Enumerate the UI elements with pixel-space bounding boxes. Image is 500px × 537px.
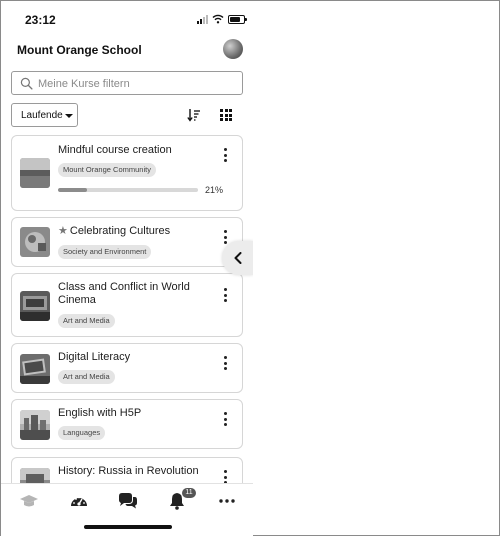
course-image bbox=[20, 291, 50, 321]
more-options-icon[interactable] bbox=[222, 288, 228, 302]
ellipsis-icon[interactable] bbox=[217, 492, 237, 510]
more-options-icon[interactable] bbox=[222, 356, 228, 370]
course-progress-label: 21% bbox=[205, 185, 224, 195]
screenshot-frame: 23:12 Mount Orange School Meine Kurse fi… bbox=[0, 0, 500, 537]
course-category: Languages bbox=[58, 426, 106, 440]
chevron-left-icon bbox=[234, 252, 242, 264]
graduation-cap-icon[interactable] bbox=[19, 492, 39, 510]
course-progress-bar bbox=[58, 188, 198, 192]
more-options-icon[interactable] bbox=[222, 148, 228, 162]
star-icon: ★ bbox=[58, 225, 68, 237]
course-title[interactable]: Mindful course creation bbox=[58, 144, 218, 157]
collapse-panel-button[interactable] bbox=[222, 241, 253, 275]
course-category: Mount Orange Community bbox=[58, 163, 156, 177]
course-card[interactable]: ★ Celebrating Cultures Society and Enviro… bbox=[11, 217, 243, 267]
more-options-icon[interactable] bbox=[222, 230, 228, 244]
course-title[interactable]: English with H5P bbox=[58, 407, 218, 420]
course-image bbox=[20, 354, 50, 384]
bottom-tab-bar bbox=[1, 483, 253, 519]
course-list: Mindful course creation Mount Orange Com… bbox=[1, 1, 253, 537]
course-category: Society and Environment bbox=[58, 245, 152, 259]
course-image bbox=[20, 227, 50, 257]
more-options-icon[interactable] bbox=[222, 412, 228, 426]
phone-screen: 23:12 Mount Orange School Meine Kurse fi… bbox=[1, 1, 253, 537]
course-title: Celebrating Cultures bbox=[69, 225, 171, 237]
course-category: Art and Media bbox=[58, 370, 115, 384]
course-title[interactable]: Digital Literacy bbox=[58, 351, 218, 364]
course-card[interactable]: Class and Conflict in World Cinema Art a… bbox=[11, 273, 243, 337]
course-card[interactable]: Digital Literacy Art and Media bbox=[11, 343, 243, 393]
course-title[interactable]: Class and Conflict in World Cinema bbox=[58, 281, 218, 307]
more-options-icon[interactable] bbox=[222, 470, 228, 484]
course-image bbox=[20, 410, 50, 440]
home-indicator bbox=[84, 525, 172, 529]
notification-badge: 11 bbox=[182, 488, 196, 498]
gauge-icon[interactable] bbox=[69, 492, 89, 510]
course-category: Art and Media bbox=[58, 314, 115, 328]
course-progress-fill bbox=[58, 188, 88, 192]
course-title[interactable]: History: Russia in Revolution bbox=[58, 465, 218, 478]
chat-bubbles-icon[interactable] bbox=[118, 492, 138, 510]
course-image bbox=[20, 158, 50, 188]
course-card[interactable]: English with H5P Languages bbox=[11, 399, 243, 449]
course-card[interactable]: Mindful course creation Mount Orange Com… bbox=[11, 135, 243, 211]
course-title-row[interactable]: ★ Celebrating Cultures bbox=[58, 225, 218, 238]
